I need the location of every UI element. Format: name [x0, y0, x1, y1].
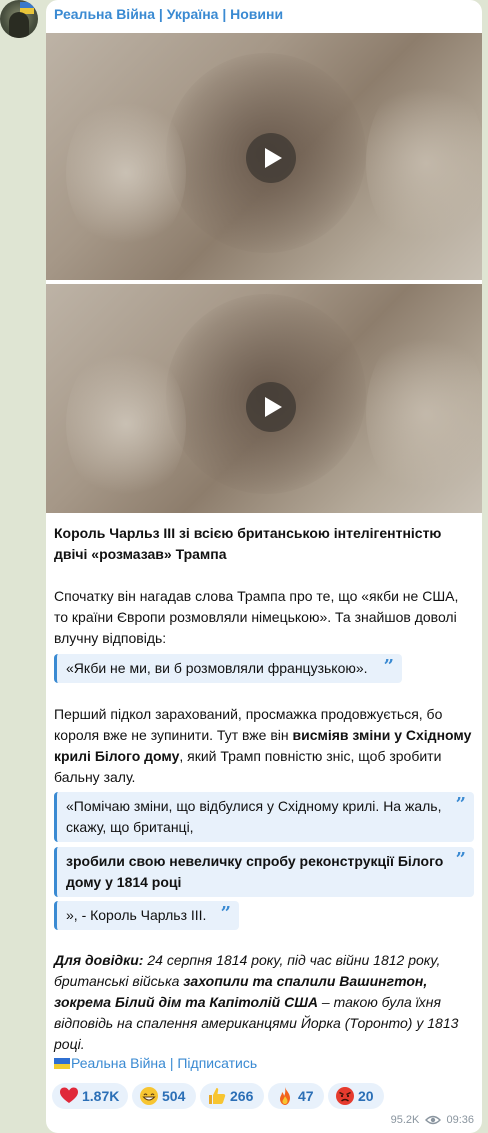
post-title: Король Чарльз ІІІ зі всією британською і…	[54, 525, 442, 562]
channel-name[interactable]: Реальна Війна | Україна | Новини	[54, 6, 283, 22]
quote-text: зробили свою невеличку спробу реконструк…	[66, 853, 444, 890]
reaction-angry[interactable]: 20	[328, 1083, 384, 1109]
reaction-count: 47	[298, 1088, 314, 1104]
reaction-heart[interactable]: 1.87K	[52, 1083, 128, 1109]
quote-icon: ”	[455, 794, 466, 815]
quote-icon: ”	[220, 903, 231, 924]
post-paragraph-2: Перший підкол зарахований, просмажка про…	[54, 704, 474, 788]
video-thumbnail-1[interactable]	[46, 33, 482, 280]
quote-text: «Помічаю зміни, що відбулися у Східному …	[66, 798, 442, 835]
quote-icon: ”	[383, 656, 394, 677]
video-thumbnail-2[interactable]	[46, 284, 482, 513]
quote-text: «Якби не ми, ви б розмовляли французькою…	[66, 660, 368, 676]
play-icon[interactable]	[246, 133, 296, 183]
eye-icon	[425, 1115, 442, 1125]
post-paragraph-1: Спочатку він нагадав слова Трампа про те…	[54, 588, 459, 646]
quote-block-3: зробили свою невеличку спробу реконструк…	[54, 847, 474, 897]
quote-block-2: «Помічаю зміни, що відбулися у Східному …	[54, 792, 474, 842]
view-count: 95.2K	[390, 1114, 420, 1127]
thumbs-up-icon	[209, 1088, 226, 1104]
note-label: Для довідки:	[54, 952, 144, 968]
reaction-fire[interactable]: 47	[268, 1083, 324, 1109]
play-icon[interactable]	[246, 382, 296, 432]
heart-icon	[60, 1087, 78, 1103]
reaction-count: 504	[162, 1088, 186, 1104]
quote-icon: ”	[455, 849, 466, 870]
reaction-count: 1.87K	[82, 1088, 120, 1104]
reaction-thumbs-up[interactable]: 266	[200, 1083, 264, 1109]
message-bubble: Реальна Війна | Україна | Новини Король …	[46, 0, 482, 1133]
quote-block-1: «Якби не ми, ви б розмовляли французькою…	[54, 654, 402, 683]
reaction-count: 266	[230, 1088, 254, 1104]
ukraine-flag-icon	[54, 1058, 70, 1069]
fire-icon	[280, 1087, 290, 1105]
angry-face-icon	[336, 1087, 354, 1105]
quote-block-4: », - Король Чарльз ІІІ. ”	[54, 901, 239, 930]
subscribe-link[interactable]: Реальна Війна | Підписатись	[54, 1055, 257, 1071]
reference-note: Для довідки: 24 серпня 1814 року, під ча…	[54, 950, 474, 1055]
quote-text: », - Король Чарльз ІІІ.	[66, 907, 207, 923]
subscribe-label: Реальна Війна | Підписатись	[71, 1055, 258, 1071]
reaction-grin[interactable]: 504	[132, 1083, 196, 1109]
reaction-count: 20	[358, 1088, 374, 1104]
message-time: 09:36	[446, 1114, 474, 1127]
grin-emoji-icon	[140, 1087, 158, 1105]
message-meta: 95.2K 09:36	[391, 1114, 474, 1126]
channel-avatar[interactable]	[0, 0, 38, 38]
